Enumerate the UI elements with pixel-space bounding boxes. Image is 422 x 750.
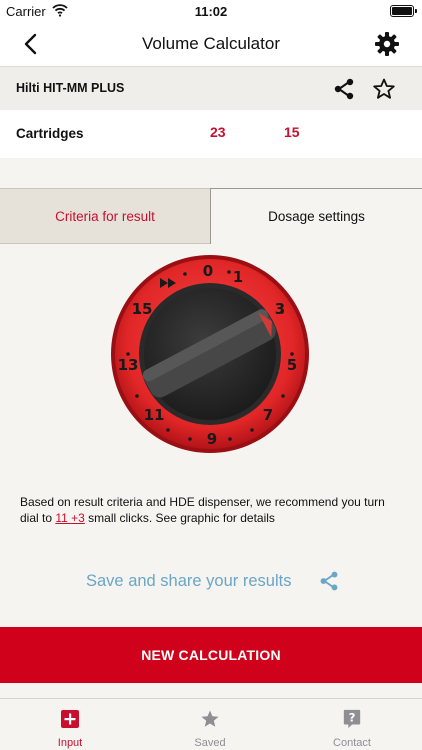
gear-icon[interactable] (374, 31, 400, 57)
dial-number-0: 0 (203, 262, 213, 280)
status-bar: Carrier 11:02 (0, 0, 422, 22)
result-tabs: Criteria for result Dosage settings (0, 188, 422, 244)
svg-text:?: ? (349, 711, 356, 725)
dial-number-9: 9 (207, 430, 217, 448)
share-icon[interactable] (318, 570, 340, 592)
save-share-row[interactable]: Save and share your results (0, 570, 422, 594)
dial-number-7: 7 (263, 406, 273, 424)
tab-saved-label: Saved (194, 737, 226, 749)
dial-number-1: 1 (233, 268, 243, 286)
dial-number-15: 15 (132, 300, 153, 318)
dial-number-11: 11 (144, 406, 165, 424)
dial-number-5: 5 (287, 356, 297, 374)
recommendation-text-after: small clicks. See graphic for details (84, 511, 275, 525)
cartridges-label: Cartridges (16, 126, 84, 141)
plus-square-icon (61, 710, 79, 728)
question-bubble-icon: ? (343, 709, 361, 729)
cartridges-row: Cartridges 23 15 (0, 110, 422, 158)
favorite-star-icon[interactable] (372, 77, 396, 101)
product-bar: Hilti HIT-MM PLUS (0, 66, 422, 110)
tab-contact-label: Contact (333, 737, 371, 749)
new-calculation-button[interactable]: NEW CALCULATION (0, 627, 422, 683)
recommendation-dial-link[interactable]: 11 +3 (55, 511, 84, 525)
star-icon (201, 710, 219, 727)
save-share-label[interactable]: Save and share your results (86, 572, 291, 591)
dial-number-3: 3 (275, 300, 285, 318)
battery-icon (390, 5, 417, 17)
share-icon[interactable] (332, 77, 356, 101)
tab-contact[interactable]: ? Contact (282, 699, 422, 750)
nav-bar: Volume Calculator (0, 22, 422, 66)
tab-saved[interactable]: Saved (140, 699, 280, 750)
bottom-tab-bar: Input Saved ? Contact (0, 698, 422, 750)
tab-criteria-for-result[interactable]: Criteria for result (0, 188, 210, 244)
cartridges-value-2: 15 (284, 124, 300, 140)
page-title: Volume Calculator (142, 34, 280, 53)
status-time: 11:02 (194, 4, 228, 19)
product-name: Hilti HIT-MM PLUS (16, 81, 125, 95)
dosage-dial: 0 1 3 5 7 9 11 13 15 (111, 255, 309, 453)
recommendation-text: Based on result criteria and HDE dispens… (20, 494, 404, 526)
dial-number-13: 13 (118, 356, 139, 374)
tab-input[interactable]: Input (0, 699, 140, 750)
tab-dosage-settings[interactable]: Dosage settings (210, 188, 422, 244)
tab-input-label: Input (57, 737, 83, 749)
cartridges-value-1: 23 (210, 124, 226, 140)
